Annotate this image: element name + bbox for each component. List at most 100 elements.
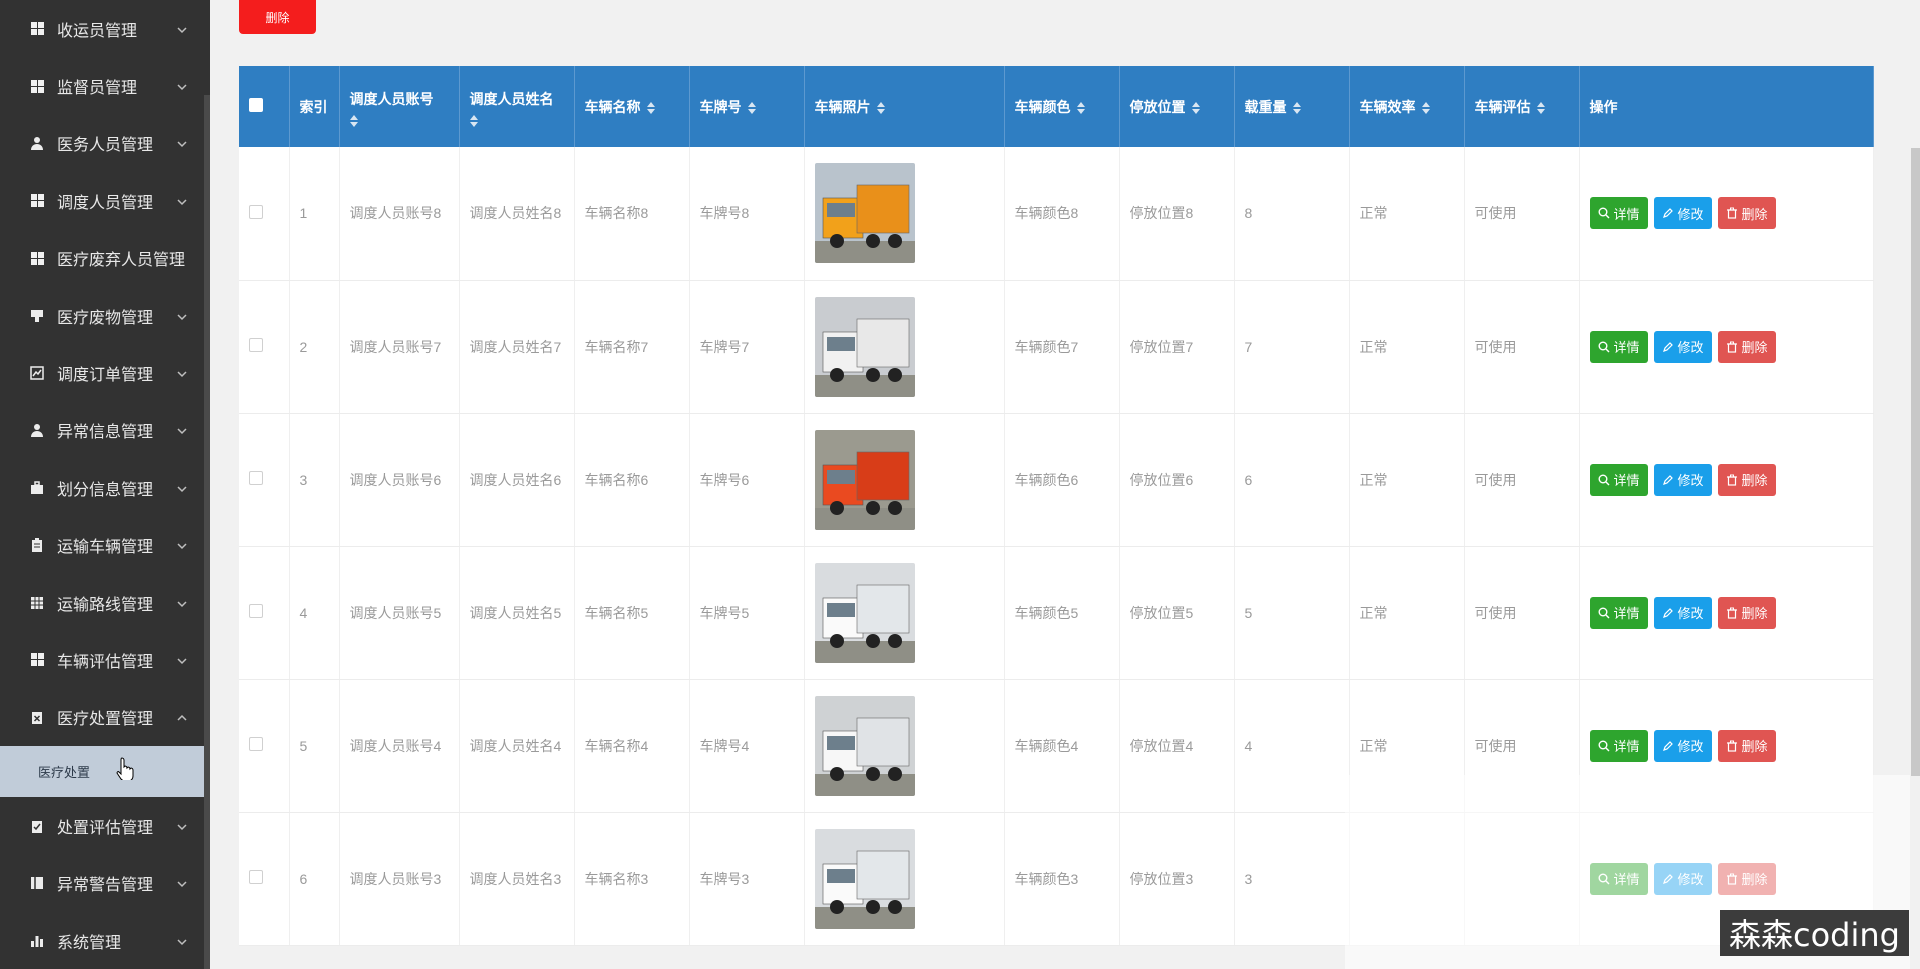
sidebar-item[interactable]: 医务人员管理 bbox=[0, 115, 210, 172]
sidebar-item[interactable]: 划分信息管理 bbox=[0, 459, 210, 516]
sidebar-item[interactable]: 系统管理 bbox=[0, 912, 210, 969]
edit-button[interactable]: 修改 bbox=[1653, 596, 1712, 629]
cell-plate: 车牌号5 bbox=[689, 546, 805, 680]
sidebar-item[interactable]: 车辆评估管理 bbox=[0, 631, 210, 688]
edit-button[interactable]: 修改 bbox=[1653, 729, 1712, 762]
cell-name: 调度人员姓名8 bbox=[459, 147, 575, 281]
cell-account: 调度人员账号7 bbox=[339, 280, 460, 414]
cell-index: 2 bbox=[289, 280, 340, 414]
delete-label: 删除 bbox=[1741, 739, 1768, 754]
sidebar-item[interactable]: 处置评估管理 bbox=[0, 797, 210, 854]
sidebar-item[interactable]: 医疗废物管理 bbox=[0, 287, 210, 344]
sidebar-item[interactable]: 异常信息管理 bbox=[0, 402, 210, 459]
header-photo[interactable]: 车辆照片 bbox=[804, 66, 1005, 147]
sort-icon[interactable] bbox=[1536, 101, 1545, 114]
row-checkbox[interactable] bbox=[249, 471, 263, 485]
row-checkbox[interactable] bbox=[249, 204, 263, 219]
sort-icon[interactable] bbox=[1076, 101, 1085, 114]
table-row[interactable]: 1 调度人员账号8 调度人员姓名8 车辆名称8 车牌号8 车辆颜色8 停放位置8 8 正常 可使用… bbox=[239, 147, 1874, 281]
header-account[interactable]: 调度人员账号 bbox=[339, 66, 460, 147]
sort-icon[interactable] bbox=[1191, 101, 1200, 114]
header-load[interactable]: 载重量 bbox=[1234, 66, 1350, 147]
detail-button[interactable]: 详情 bbox=[1589, 197, 1648, 230]
cell-color: 车辆颜色6 bbox=[1004, 413, 1120, 547]
vehicle-photo[interactable] bbox=[814, 163, 994, 264]
header-car-name-label: 车辆名称 bbox=[584, 98, 641, 115]
trash-icon bbox=[1726, 341, 1737, 353]
delete-button[interactable]: 删除 bbox=[1717, 330, 1776, 363]
row-checkbox[interactable] bbox=[249, 870, 263, 884]
row-checkbox[interactable] bbox=[249, 604, 263, 618]
vehicle-photo[interactable] bbox=[814, 695, 994, 796]
vehicle-photo[interactable] bbox=[814, 828, 994, 929]
table-row[interactable]: 3 调度人员账号6 调度人员姓名6 车辆名称6 车牌号6 车辆颜色6 停放位置6 6 正常 可使用… bbox=[239, 413, 1874, 547]
cell-account: 调度人员账号3 bbox=[339, 812, 460, 946]
header-actions-label: 操作 bbox=[1589, 98, 1618, 115]
edit-button[interactable]: 修改 bbox=[1653, 330, 1712, 363]
header-car-name[interactable]: 车辆名称 bbox=[574, 66, 690, 147]
sidebar-item[interactable]: 异常警告管理 bbox=[0, 854, 210, 911]
row-select-cell bbox=[239, 812, 290, 946]
detail-button[interactable]: 详情 bbox=[1589, 729, 1648, 762]
sort-icon[interactable] bbox=[1292, 101, 1301, 114]
header-plate[interactable]: 车牌号 bbox=[689, 66, 805, 147]
bar-chart-icon bbox=[30, 934, 44, 948]
search-icon bbox=[1598, 474, 1609, 485]
batch-delete-button[interactable]: 删除 bbox=[239, 0, 316, 34]
delete-button[interactable]: 删除 bbox=[1717, 729, 1776, 762]
cell-name: 调度人员姓名6 bbox=[459, 413, 575, 547]
edit-button[interactable]: 修改 bbox=[1653, 463, 1712, 496]
sidebar-subitem-medical-disposal[interactable]: 医疗处置 bbox=[0, 746, 210, 798]
vehicle-photo[interactable] bbox=[814, 296, 994, 397]
row-checkbox[interactable] bbox=[249, 338, 263, 352]
sort-icon[interactable] bbox=[747, 101, 756, 114]
header-evaluation[interactable]: 车辆评估 bbox=[1464, 66, 1580, 147]
edit-button[interactable]: 修改 bbox=[1653, 197, 1712, 230]
edit-label: 修改 bbox=[1677, 606, 1704, 621]
edit-label: 修改 bbox=[1677, 739, 1704, 754]
sidebar-item[interactable]: 调度订单管理 bbox=[0, 344, 210, 401]
header-location[interactable]: 停放位置 bbox=[1119, 66, 1235, 147]
chevron-down-icon bbox=[176, 195, 188, 207]
sort-icon[interactable] bbox=[876, 101, 885, 114]
vehicle-photo[interactable] bbox=[814, 562, 994, 663]
chevron-down-icon bbox=[176, 935, 188, 947]
content-scrollbar[interactable] bbox=[1911, 148, 1920, 776]
cell-efficiency: 正常 bbox=[1349, 280, 1465, 414]
header-color[interactable]: 车辆颜色 bbox=[1004, 66, 1120, 147]
cell-photo bbox=[804, 413, 1005, 547]
sort-icon[interactable] bbox=[646, 101, 655, 114]
cell-account: 调度人员账号5 bbox=[339, 546, 460, 680]
table-row[interactable]: 2 调度人员账号7 调度人员姓名7 车辆名称7 车牌号7 车辆颜色7 停放位置7 7 正常 可使用… bbox=[239, 280, 1874, 414]
detail-button[interactable]: 详情 bbox=[1589, 463, 1648, 496]
sort-icon[interactable] bbox=[469, 114, 478, 127]
table-row[interactable]: 4 调度人员账号5 调度人员姓名5 车辆名称5 车牌号5 车辆颜色5 停放位置5 5 正常 可使用… bbox=[239, 546, 1874, 680]
sort-icon[interactable] bbox=[1421, 101, 1430, 114]
sidebar: 收运员管理 监督员管理 医务人员管理 调度人员管理 医疗废弃人员管理 医疗废物管理 调度订单… bbox=[0, 0, 210, 969]
cell-car_name: 车辆名称7 bbox=[574, 280, 690, 414]
detail-button[interactable]: 详情 bbox=[1589, 330, 1648, 363]
cell-location: 停放位置4 bbox=[1119, 679, 1235, 813]
sidebar-item-label: 车辆评估管理 bbox=[57, 653, 154, 671]
header-name[interactable]: 调度人员姓名 bbox=[459, 66, 575, 147]
sort-icon[interactable] bbox=[349, 114, 358, 127]
sidebar-item[interactable]: 监督员管理 bbox=[0, 57, 210, 114]
header-color-label: 车辆颜色 bbox=[1014, 98, 1071, 115]
sidebar-item[interactable]: 调度人员管理 bbox=[0, 172, 210, 229]
sidebar-item-label: 划分信息管理 bbox=[57, 481, 154, 499]
delete-button[interactable]: 删除 bbox=[1717, 596, 1776, 629]
sidebar-item[interactable]: 医疗处置管理 bbox=[0, 689, 210, 746]
sidebar-item[interactable]: 运输路线管理 bbox=[0, 574, 210, 631]
sidebar-item[interactable]: 医疗废弃人员管理 bbox=[0, 230, 210, 287]
row-checkbox[interactable] bbox=[249, 737, 263, 751]
delete-button[interactable]: 删除 bbox=[1717, 197, 1776, 230]
cell-account: 调度人员账号8 bbox=[339, 147, 460, 281]
sidebar-item[interactable]: 收运员管理 bbox=[0, 0, 210, 57]
sidebar-item[interactable]: 运输车辆管理 bbox=[0, 517, 210, 574]
cell-efficiency: 正常 bbox=[1349, 546, 1465, 680]
vehicle-photo[interactable] bbox=[814, 429, 994, 530]
select-all-checkbox[interactable] bbox=[249, 98, 263, 112]
header-efficiency[interactable]: 车辆效率 bbox=[1349, 66, 1465, 147]
detail-button[interactable]: 详情 bbox=[1589, 596, 1648, 629]
delete-button[interactable]: 删除 bbox=[1717, 463, 1776, 496]
